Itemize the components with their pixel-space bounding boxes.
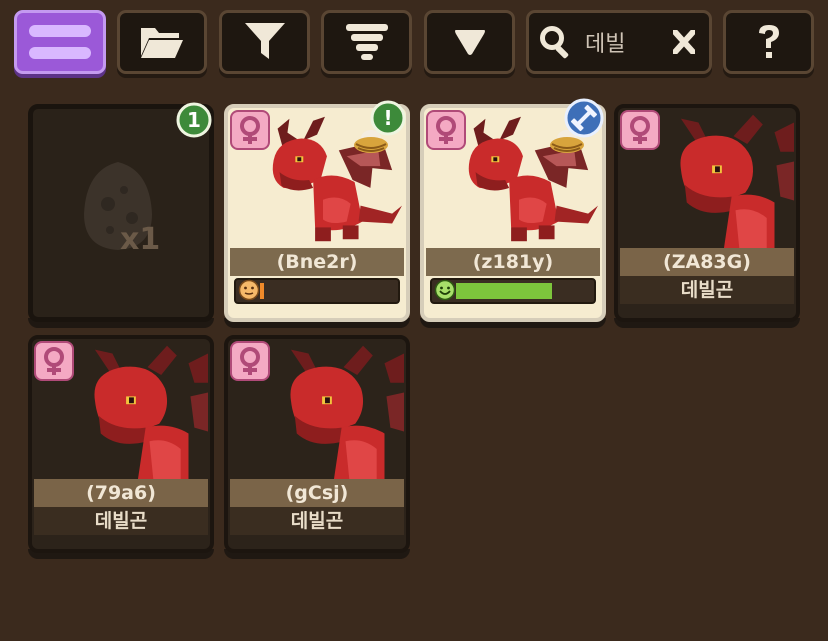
help-icon — [758, 25, 779, 58]
dropdown-button[interactable] — [424, 10, 515, 74]
notification-badge: 1 — [176, 102, 212, 138]
search-icon — [540, 26, 569, 59]
dragon-portrait — [52, 341, 208, 483]
dragon-name: 데빌곤 — [34, 507, 208, 535]
growth-bar — [430, 278, 596, 304]
sort-button[interactable] — [321, 10, 412, 74]
female-icon — [34, 341, 74, 381]
filter-button[interactable] — [219, 10, 310, 74]
hamburger-icon — [29, 25, 91, 59]
female-icon — [426, 110, 466, 150]
dragon-portrait — [638, 110, 794, 252]
dragon-card[interactable]: (ZA83G) 데빌곤 — [614, 104, 800, 328]
female-icon — [230, 341, 270, 381]
growth-bar-fill — [456, 283, 552, 299]
help-button[interactable] — [723, 10, 814, 74]
badge-count: 1 — [187, 108, 201, 132]
neutral-face-icon — [238, 279, 260, 301]
growth-bar-fill — [260, 283, 264, 299]
growth-bar — [234, 278, 400, 304]
alert-badge: ! — [370, 100, 406, 136]
dragon-card[interactable]: (79a6) 데빌곤 — [28, 335, 214, 559]
dragon-id: (z181y) — [426, 248, 600, 276]
female-icon — [230, 110, 270, 150]
dragon-portrait — [248, 341, 404, 483]
dragon-id: (79a6) — [34, 479, 208, 507]
alert-mark: ! — [383, 106, 393, 130]
search-input[interactable]: 데빌 — [585, 26, 673, 58]
folder-icon — [141, 28, 183, 58]
happy-face-icon — [434, 279, 456, 301]
egg-card[interactable]: x1 1 — [28, 102, 214, 328]
folder-button[interactable] — [117, 10, 207, 74]
close-icon[interactable] — [673, 30, 695, 54]
menu-button[interactable] — [14, 10, 106, 74]
sort-icon — [345, 24, 388, 60]
chevron-down-icon — [454, 30, 485, 55]
female-icon — [620, 110, 660, 150]
egg-count: x1 — [120, 222, 161, 257]
search-box[interactable]: 데빌 — [526, 10, 712, 74]
dragon-card[interactable]: (z181y) — [420, 98, 606, 328]
filter-icon — [244, 23, 285, 59]
dragon-id: (gCsj) — [230, 479, 404, 507]
dragon-id: (Bne2r) — [230, 248, 404, 276]
dragon-card[interactable]: ! (Bne2r) — [224, 100, 410, 328]
training-badge — [564, 98, 604, 138]
toolbar: 데빌 — [0, 0, 828, 90]
dumbbell-icon — [564, 98, 604, 138]
dragon-name: 데빌곤 — [230, 507, 404, 535]
dragon-id: (ZA83G) — [620, 248, 794, 276]
dragon-card[interactable]: (gCsj) 데빌곤 — [224, 335, 410, 559]
dragon-name: 데빌곤 — [620, 276, 794, 304]
